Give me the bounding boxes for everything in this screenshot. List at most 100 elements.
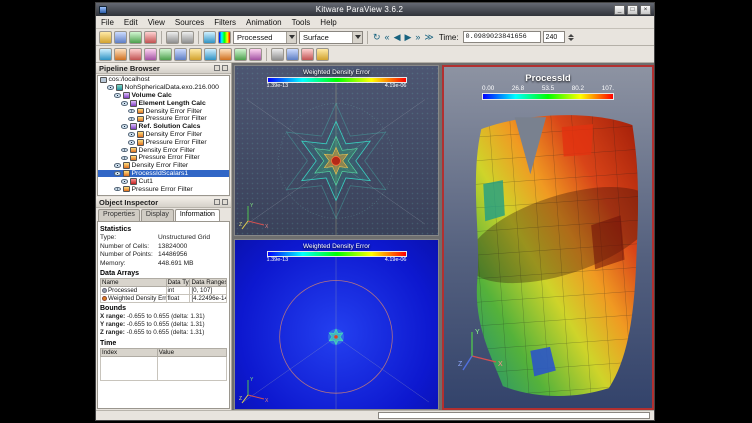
table-row[interactable]: Processed int [0, 107] xyxy=(101,287,227,295)
visibility-eye-icon[interactable] xyxy=(121,101,128,106)
pipeline-item-server[interactable]: cos:/localhost xyxy=(98,76,229,84)
maximize-button[interactable]: □ xyxy=(627,5,638,15)
open-file-icon[interactable] xyxy=(99,31,112,44)
render-view-right-active[interactable]: ProcessId 0.00 26.8 53.5 80.2 107. xyxy=(442,65,654,410)
undo-icon[interactable] xyxy=(166,31,179,44)
object-inspector-header[interactable]: Object Inspector xyxy=(96,197,231,208)
pipeline-item-pressure-error[interactable]: Pressure Error Filter xyxy=(98,154,229,162)
representation-select[interactable]: Surface xyxy=(299,31,363,44)
menu-filters[interactable]: Filters xyxy=(209,18,241,27)
colorbar-bottom[interactable]: Weighted Density Error 1.39e-13 4.19e-06 xyxy=(267,243,407,264)
minimize-button[interactable]: _ xyxy=(614,5,625,15)
pipeline-item-volume-calc[interactable]: Volume Calc xyxy=(98,92,229,100)
pipeline-item-density-error[interactable]: Density Error Filter xyxy=(98,162,229,170)
calculator-filter-icon[interactable] xyxy=(99,48,112,61)
menu-view[interactable]: View xyxy=(143,18,170,27)
disconnect-icon[interactable] xyxy=(144,31,157,44)
visibility-eye-icon[interactable] xyxy=(121,148,128,153)
visibility-eye-icon[interactable] xyxy=(114,163,121,168)
column-header[interactable]: Name xyxy=(101,279,167,287)
frame-spinner[interactable] xyxy=(543,31,565,43)
play-icon[interactable]: ▶ xyxy=(403,31,412,44)
save-icon[interactable] xyxy=(114,31,127,44)
camera-reset-icon[interactable] xyxy=(271,48,284,61)
menu-animation[interactable]: Animation xyxy=(241,18,287,27)
tab-properties[interactable]: Properties xyxy=(98,209,140,221)
visibility-eye-icon[interactable] xyxy=(128,117,135,122)
camera-y-icon[interactable] xyxy=(301,48,314,61)
camera-z-icon[interactable] xyxy=(316,48,329,61)
extract-level-icon[interactable] xyxy=(249,48,262,61)
connect-icon[interactable] xyxy=(129,31,142,44)
visibility-eye-icon[interactable] xyxy=(121,124,128,129)
dock-close-icon[interactable] xyxy=(222,199,228,205)
tab-display[interactable]: Display xyxy=(141,209,174,221)
orientation-axes-widget[interactable]: X Y Z xyxy=(458,322,510,374)
column-header[interactable]: Data Ranges xyxy=(190,279,227,287)
pipeline-item-ref-solution-calcs[interactable]: Ref. Solution Calcs xyxy=(98,123,229,131)
pipeline-item-element-length-calc[interactable]: Element Length Calc xyxy=(98,99,229,107)
visibility-eye-icon[interactable] xyxy=(121,156,128,161)
menu-help[interactable]: Help xyxy=(315,18,341,27)
colorbar-top[interactable]: Weighted Density Error 1.39e-13 4.19e-06 xyxy=(267,69,407,90)
pipeline-item-processid-scalars[interactable]: ProcessIdScalars1 xyxy=(98,170,229,178)
orientation-axes-widget[interactable]: X Y Z xyxy=(239,373,271,405)
menu-file[interactable]: File xyxy=(96,18,119,27)
titlebar[interactable]: Kitware ParaView 3.6.2 _ □ × xyxy=(96,3,654,16)
close-button[interactable]: × xyxy=(640,5,651,15)
orientation-axes-widget[interactable]: X Y Z xyxy=(239,199,271,231)
pipeline-item-density-error[interactable]: Density Error Filter xyxy=(98,107,229,115)
visibility-eye-icon[interactable] xyxy=(114,187,121,192)
frame-spinner-arrows[interactable] xyxy=(568,34,574,41)
camera-x-icon[interactable] xyxy=(286,48,299,61)
time-input[interactable] xyxy=(463,31,541,43)
pipeline-browser-header[interactable]: Pipeline Browser xyxy=(96,63,231,74)
visibility-eye-icon[interactable] xyxy=(128,132,135,137)
table-row[interactable]: Weighted Density Error float [4.22496e-1… xyxy=(101,295,227,303)
menu-edit[interactable]: Edit xyxy=(119,18,143,27)
pipeline-item-reader[interactable]: NohSphericalData.exo.216.000 xyxy=(98,84,229,92)
clip-filter-icon[interactable] xyxy=(129,48,142,61)
tab-information[interactable]: Information xyxy=(175,209,220,221)
select-cells-icon[interactable] xyxy=(203,31,216,44)
visibility-eye-icon[interactable] xyxy=(128,109,135,114)
dock-close-icon[interactable] xyxy=(222,65,228,71)
previous-frame-icon[interactable]: ◀ xyxy=(393,31,402,44)
menu-tools[interactable]: Tools xyxy=(287,18,316,27)
pipeline-item-pressure-error[interactable]: Pressure Error Filter xyxy=(98,185,229,193)
color-by-select[interactable]: Processed xyxy=(233,31,297,44)
column-header[interactable]: Index xyxy=(101,348,158,356)
colorbar-processid[interactable]: ProcessId 0.00 26.8 53.5 80.2 107. xyxy=(482,73,614,100)
dock-float-icon[interactable] xyxy=(214,199,220,205)
render-view-bottom[interactable]: Weighted Density Error 1.39e-13 4.19e-06 xyxy=(234,239,439,410)
redo-icon[interactable] xyxy=(181,31,194,44)
pipeline-item-cut1[interactable]: Cut1 xyxy=(98,177,229,185)
first-frame-icon[interactable]: « xyxy=(384,31,391,44)
dock-float-icon[interactable] xyxy=(214,65,220,71)
column-header[interactable]: Data Type xyxy=(166,279,190,287)
pipeline-item-pressure-error[interactable]: Pressure Error Filter xyxy=(98,138,229,146)
next-frame-icon[interactable]: » xyxy=(414,31,421,44)
contour-filter-icon[interactable] xyxy=(114,48,127,61)
pipeline-item-density-error[interactable]: Density Error Filter xyxy=(98,131,229,139)
glyph-filter-icon[interactable] xyxy=(189,48,202,61)
render-view-top[interactable]: Weighted Density Error 1.39e-13 4.19e-06 xyxy=(234,65,439,236)
visibility-eye-icon[interactable] xyxy=(114,93,121,98)
group-datasets-icon[interactable] xyxy=(234,48,247,61)
pipeline-item-pressure-error[interactable]: Pressure Error Filter xyxy=(98,115,229,123)
pipeline-item-density-error[interactable]: Density Error Filter xyxy=(98,146,229,154)
visibility-eye-icon[interactable] xyxy=(114,171,121,176)
last-frame-icon[interactable]: ≫ xyxy=(423,31,434,44)
stream-tracer-icon[interactable] xyxy=(204,48,217,61)
threshold-filter-icon[interactable] xyxy=(159,48,172,61)
loop-icon[interactable]: ↻ xyxy=(372,31,382,44)
menu-sources[interactable]: Sources xyxy=(170,18,209,27)
column-header[interactable]: Value xyxy=(157,348,226,356)
extract-subset-icon[interactable] xyxy=(174,48,187,61)
visibility-eye-icon[interactable] xyxy=(121,179,128,184)
visibility-eye-icon[interactable] xyxy=(107,85,114,90)
color-legend-icon[interactable] xyxy=(218,31,231,44)
visibility-eye-icon[interactable] xyxy=(128,140,135,145)
slice-filter-icon[interactable] xyxy=(144,48,157,61)
warp-filter-icon[interactable] xyxy=(219,48,232,61)
